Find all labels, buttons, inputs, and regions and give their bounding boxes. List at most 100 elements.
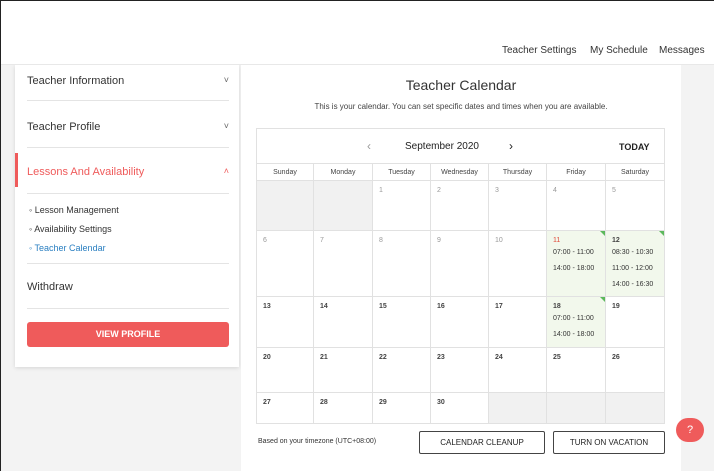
- weekday-label: Friday: [547, 164, 606, 181]
- day-number: 16: [437, 303, 445, 310]
- nav-messages[interactable]: Messages: [659, 45, 705, 56]
- calendar-day-cell[interactable]: 25: [547, 348, 606, 393]
- weekday-label: Saturday: [620, 169, 650, 176]
- divider: [27, 147, 229, 148]
- calendar-day-cell[interactable]: 8: [373, 231, 431, 297]
- calendar-cleanup-button[interactable]: CALENDAR CLEANUP: [419, 431, 545, 454]
- sidebar-subitem-label: Teacher Calendar: [34, 243, 106, 253]
- calendar-day-cell[interactable]: 24: [489, 348, 547, 393]
- day-number: 22: [379, 354, 387, 361]
- day-number: 29: [379, 399, 387, 406]
- calendar-day-cell[interactable]: 9: [431, 231, 489, 297]
- calendar-day-cell[interactable]: [606, 393, 664, 423]
- calendar-day-cell[interactable]: 10: [489, 231, 547, 297]
- turn-on-vacation-button[interactable]: TURN ON VACATION: [553, 431, 665, 454]
- time-slot[interactable]: 14:00 - 18:00: [553, 265, 594, 272]
- calendar-day-cell[interactable]: 11 07:00 - 11:00 14:00 - 18:00: [547, 231, 606, 297]
- day-number: 11: [553, 237, 561, 244]
- day-number: 24: [495, 354, 503, 361]
- today-button[interactable]: TODAY: [619, 142, 650, 152]
- calendar-day-cell[interactable]: 7: [314, 231, 373, 297]
- calendar-day-cell[interactable]: 26: [606, 348, 664, 393]
- time-slot[interactable]: 08:30 - 10:30: [612, 249, 653, 256]
- time-slot[interactable]: 11:00 - 12:00: [612, 265, 653, 272]
- day-number: 5: [612, 187, 616, 194]
- calendar-day-cell[interactable]: [547, 393, 606, 423]
- chevron-down-icon: ˅: [223, 121, 229, 131]
- calendar-day-cell[interactable]: [314, 181, 373, 231]
- help-icon[interactable]: ?: [676, 418, 704, 442]
- day-number: 8: [379, 237, 383, 244]
- sidebar-subitem-label: Availability Settings: [34, 224, 112, 234]
- page-description: This is your calendar. You can set speci…: [314, 102, 608, 111]
- sidebar-item-withdraw[interactable]: Withdraw: [27, 281, 229, 293]
- weekday-label: Tuesday: [373, 164, 431, 181]
- calendar-day-cell[interactable]: 23: [431, 348, 489, 393]
- day-number: 2: [437, 187, 441, 194]
- calendar-day-cell[interactable]: 2: [431, 181, 489, 231]
- sidebar-item-label: Teacher Profile: [27, 121, 101, 133]
- day-number: 1: [379, 187, 383, 194]
- day-number: 27: [263, 399, 271, 406]
- calendar-day-cell[interactable]: 14: [314, 297, 373, 348]
- calendar-day-cell[interactable]: 30: [431, 393, 489, 423]
- sidebar-subitem-teacher-calendar[interactable]: ◦ Teacher Calendar: [29, 243, 106, 253]
- calendar-day-cell[interactable]: 20: [257, 348, 314, 393]
- calendar-panel: Teacher Calendar This is your calendar. …: [241, 65, 681, 471]
- calendar-day-cell[interactable]: 19: [606, 297, 664, 348]
- day-number: 13: [263, 303, 271, 310]
- sidebar-item-lessons-and-availability[interactable]: Lessons And Availability ˄: [27, 166, 229, 178]
- view-profile-button[interactable]: VIEW PROFILE: [27, 322, 229, 347]
- nav-my-schedule[interactable]: My Schedule: [590, 45, 648, 56]
- calendar-day-cell[interactable]: 4: [547, 181, 606, 231]
- calendar-day-cell[interactable]: 29: [373, 393, 431, 423]
- calendar-day-cell[interactable]: 12 08:30 - 10:30 11:00 - 12:00 14:00 - 16:3…: [606, 231, 664, 297]
- weekday-label: Sunday: [257, 164, 314, 181]
- sidebar-item-teacher-profile[interactable]: Teacher Profile ˅: [27, 121, 229, 133]
- calendar-day-cell[interactable]: 15: [373, 297, 431, 348]
- calendar-day-cell[interactable]: 6: [257, 231, 314, 297]
- time-slot[interactable]: 14:00 - 16:30: [612, 281, 653, 288]
- day-number: 7: [320, 237, 324, 244]
- day-number: 12: [612, 237, 620, 244]
- sidebar-subitem-lesson-management[interactable]: ◦ Lesson Management: [29, 205, 119, 215]
- day-number: 17: [495, 303, 503, 310]
- day-number: 4: [553, 187, 557, 194]
- day-number: 28: [320, 399, 328, 406]
- weekday-label: Wednesday: [431, 164, 489, 181]
- chevron-left-icon[interactable]: ‹: [367, 139, 371, 153]
- calendar-day-cell[interactable]: 28: [314, 393, 373, 423]
- time-slot[interactable]: 14:00 - 18:00: [553, 331, 594, 338]
- nav-teacher-settings[interactable]: Teacher Settings: [502, 45, 577, 56]
- calendar-day-cell[interactable]: 5: [606, 181, 664, 231]
- day-number: 25: [553, 354, 561, 361]
- chevron-right-icon[interactable]: ›: [509, 139, 513, 153]
- sidebar-item-label: Withdraw: [27, 281, 73, 293]
- calendar-day-cell[interactable]: 3: [489, 181, 547, 231]
- day-number: 3: [495, 187, 499, 194]
- calendar-day-cell[interactable]: 13: [257, 297, 314, 348]
- calendar-day-cell[interactable]: 17: [489, 297, 547, 348]
- calendar-day-cell[interactable]: 1: [373, 181, 431, 231]
- calendar-day-cell[interactable]: 27: [257, 393, 314, 423]
- time-slot[interactable]: 07:00 - 11:00: [553, 249, 594, 256]
- calendar-day-cell[interactable]: 21: [314, 348, 373, 393]
- content-area: Teacher Information ˅ Teacher Profile ˅ …: [1, 65, 714, 471]
- calendar-day-cell[interactable]: [489, 393, 547, 423]
- calendar-day-cell[interactable]: 18 07:00 - 11:00 14:00 - 18:00: [547, 297, 606, 348]
- day-number: 30: [437, 399, 445, 406]
- calendar-day-cell[interactable]: 16: [431, 297, 489, 348]
- active-indicator: [15, 153, 18, 187]
- sidebar-subitem-availability-settings[interactable]: ◦ Availability Settings: [29, 224, 112, 234]
- calendar-day-cell[interactable]: [257, 181, 314, 231]
- time-slot[interactable]: 07:00 - 11:00: [553, 315, 594, 322]
- day-number: 26: [612, 354, 620, 361]
- weekday-label: Monday: [314, 164, 373, 181]
- day-number: 19: [612, 303, 620, 310]
- availability-marker-icon: [600, 297, 605, 302]
- sidebar-item-teacher-information[interactable]: Teacher Information ˅: [27, 75, 229, 87]
- day-number: 9: [437, 237, 441, 244]
- calendar-day-cell[interactable]: 22: [373, 348, 431, 393]
- day-number: 23: [437, 354, 445, 361]
- divider: [27, 263, 229, 264]
